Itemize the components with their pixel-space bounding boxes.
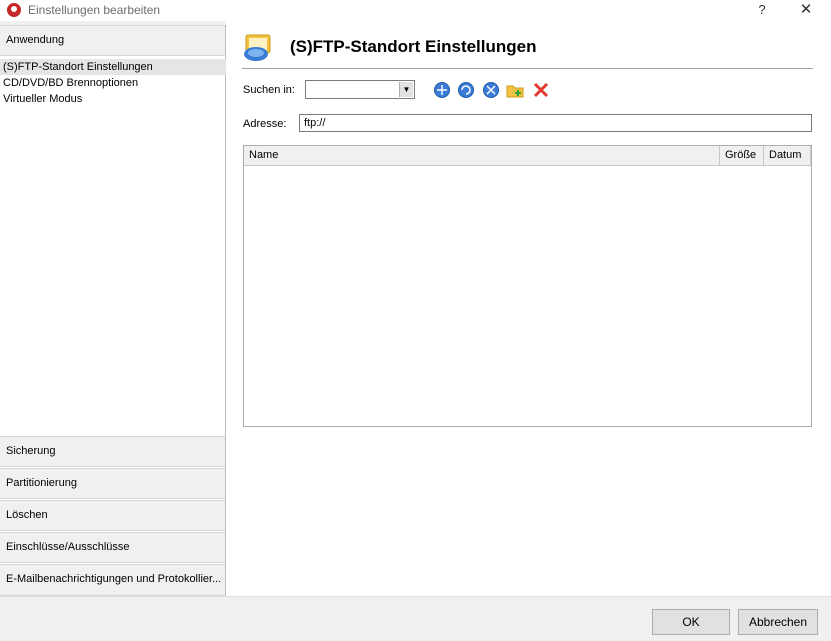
chevron-down-icon[interactable]: ▼ [399,82,413,97]
sidebar-item-sftp-settings[interactable]: (S)FTP-Standort Einstellungen [0,59,228,75]
cancel-button[interactable]: Abbrechen [738,609,818,635]
sidebar: Anwendung (S)FTP-Standort Einstellungen … [0,25,228,596]
file-list[interactable]: Name Größe Datum [243,145,812,427]
section-email-notifications[interactable]: E-Mailbenachrichtigungen und Protokollie… [0,564,225,596]
header-divider [242,68,813,69]
look-in-dropdown[interactable]: ▼ [305,80,415,99]
column-name[interactable]: Name [244,146,720,165]
sidebar-item-burn-options[interactable]: CD/DVD/BD Brennoptionen [0,75,228,91]
look-in-label: Suchen in: [243,84,295,96]
section-anwendung[interactable]: Anwendung [0,25,225,56]
delete-icon[interactable] [532,81,550,99]
section-sicherung[interactable]: Sicherung [0,436,225,467]
page-title: (S)FTP-Standort Einstellungen [290,37,537,56]
disconnect-icon[interactable] [482,81,500,99]
address-label: Adresse: [243,118,287,130]
column-size[interactable]: Größe [720,146,764,165]
close-button[interactable]: ✕ [795,0,817,21]
section-einschluesse[interactable]: Einschlüsse/Ausschlüsse [0,532,225,563]
ok-button[interactable]: OK [652,609,730,635]
sidebar-item-virtual-mode[interactable]: Virtueller Modus [0,91,228,107]
section-partitionierung[interactable]: Partitionierung [0,468,225,499]
new-folder-icon[interactable] [506,81,524,99]
connect-icon[interactable] [433,81,451,99]
refresh-icon[interactable] [457,81,475,99]
column-date[interactable]: Datum [764,146,811,165]
window-title: Einstellungen bearbeiten [28,3,161,17]
help-button[interactable]: ? [752,0,772,21]
app-logo-icon [7,3,21,17]
footer-divider [0,596,831,597]
list-header: Name Größe Datum [244,146,811,166]
ftp-location-icon [244,34,271,61]
section-loeschen[interactable]: Löschen [0,500,225,531]
address-input[interactable]: ftp:// [299,114,812,132]
